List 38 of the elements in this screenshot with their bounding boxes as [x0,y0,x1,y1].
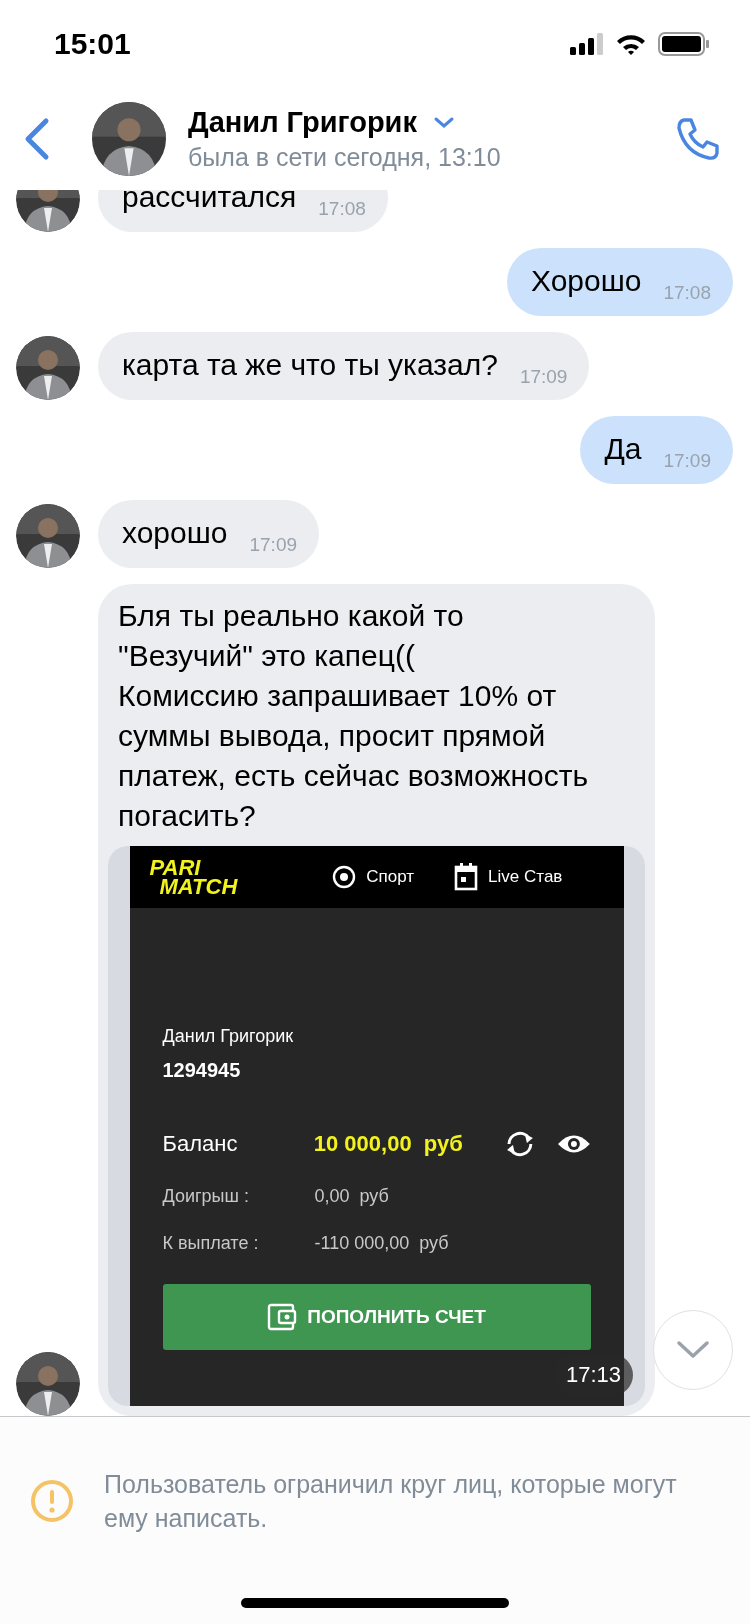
signal-icon [570,33,604,55]
message-time: 17:09 [519,366,568,388]
status-time: 15:01 [54,27,131,61]
field-label: Доигрыш : [162,1186,250,1207]
calendar-icon [454,863,479,891]
message-text: рассчитался [122,190,297,215]
balance-label: Баланс [162,1131,239,1157]
field-value: 0,00 руб [314,1186,389,1207]
logo: PARI MATCH [149,858,238,896]
message-text: Хорошо [530,263,642,299]
ball-icon [332,865,357,889]
top-up-button[interactable]: ПОПОЛНИТЬ СЧЕТ [162,1284,591,1350]
nav-link[interactable]: Live Став [488,867,563,887]
nav-link[interactable]: Спорт [366,867,415,887]
account-id: 1294945 [162,1059,242,1082]
balance-value: 10 000,00 руб [313,1131,464,1157]
message-text: Бля ты реально какой то "Везучий" это капец(( Комиссию запрашивает 10% от суммы вывода, просит прямой платеж, есть сейчас возможность погасить? [117,598,590,834]
message-text: карта та же что ты указал? [122,347,498,383]
last-seen-status: была в сети сегодня, 13:10 [188,143,502,172]
field-label: К выплате : [162,1233,260,1254]
message-time: 17:09 [249,534,297,556]
eye-icon [556,1133,591,1155]
notice-text: Пользователь ограничил круг лиц, которые могут ему написать. [104,1469,678,1534]
wallet-icon [267,1303,298,1331]
chevron-down-icon [676,1340,710,1360]
message-time: 17:09 [663,450,711,472]
chevron-down-icon[interactable] [432,115,455,130]
warning-icon [30,1479,74,1523]
message-time: 17:08 [318,198,366,220]
message-time: 17:08 [663,282,711,304]
account-name: Данил Григорик [162,1026,295,1047]
contact-name[interactable]: Данил Григорик [188,106,417,139]
message-text: хорошо [122,515,228,551]
phone-icon[interactable] [674,115,722,163]
wifi-icon [616,33,646,55]
field-value: -110 000,00 руб [314,1233,449,1254]
message-text: Да [604,431,642,467]
battery-icon [658,32,710,56]
